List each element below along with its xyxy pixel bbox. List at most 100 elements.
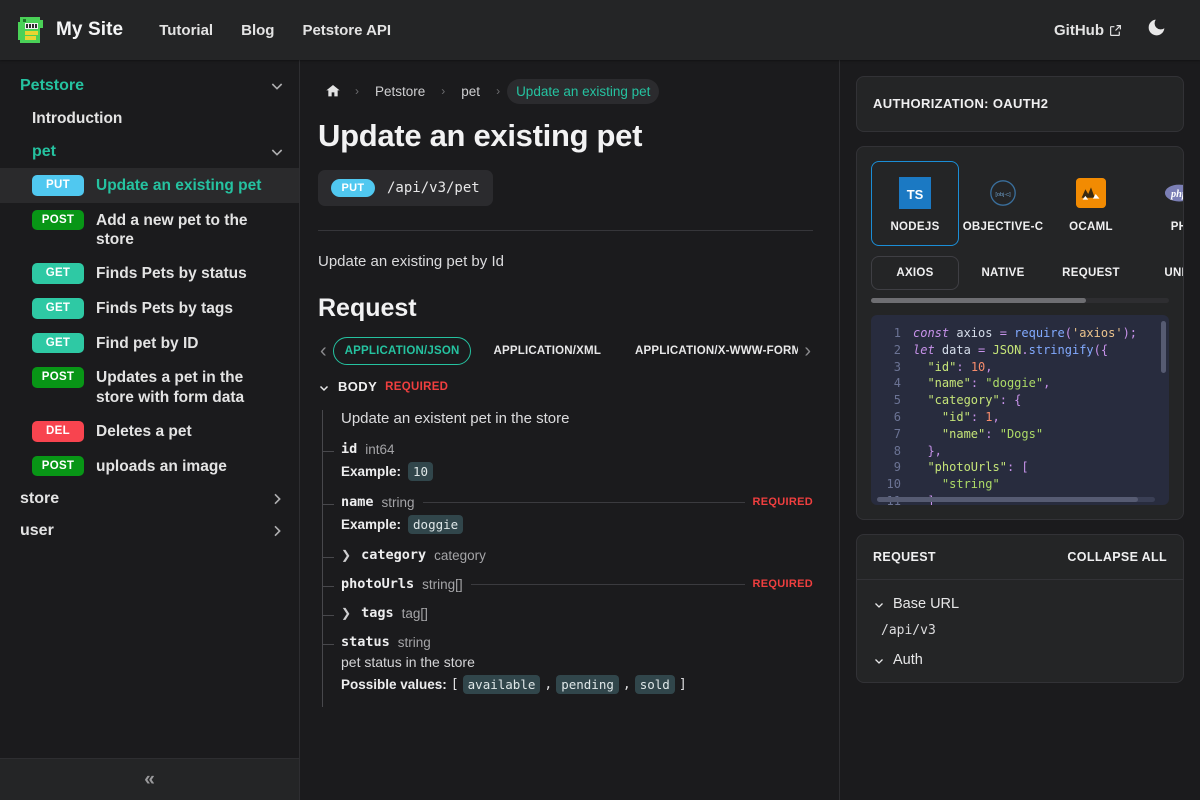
sidebar-item-updates-a-pet-in-the-store-with-form-data[interactable]: POST Updates a pet in the store with for… [0, 360, 299, 414]
request-panel-body: Base URL /api/v3 Auth [857, 580, 1183, 682]
library-unirest[interactable]: UNIR [1135, 256, 1183, 290]
schema-field-category[interactable]: ❯ category category [323, 547, 813, 576]
sidebar-group-pet[interactable]: pet [0, 136, 299, 168]
request-panel-header: REQUEST COLLAPSE ALL [857, 535, 1183, 580]
code-token [913, 410, 942, 424]
language-label: OCAML [1069, 221, 1113, 233]
sidebar-item-finds-pets-by-tags[interactable]: GET Finds Pets by tags [0, 291, 299, 326]
brand-home-link[interactable]: My Site [16, 14, 123, 46]
page-shell: Petstore Introduction pet PUT Update an … [0, 60, 1200, 800]
ocaml-camel-icon [1074, 176, 1108, 210]
code-line-number: 1 [871, 325, 901, 342]
code-token: "name" [942, 427, 985, 441]
library-axios[interactable]: AXIOS [871, 256, 959, 290]
language-nodejs[interactable]: TS NODEJS [871, 161, 959, 246]
comma: , [623, 677, 631, 692]
code-vertical-scrollbar[interactable] [1161, 321, 1166, 373]
nav-link-blog[interactable]: Blog [227, 22, 288, 39]
authorization-card[interactable]: AUTHORIZATION: OAUTH2 [856, 76, 1184, 132]
method-badge-del: DEL [32, 421, 84, 442]
method-badge-put: PUT [331, 179, 375, 197]
mime-tab-list: APPLICATION/JSON APPLICATION/XML APPLICA… [333, 337, 799, 365]
nav-link-petstore-api[interactable]: Petstore API [288, 22, 405, 39]
library-request[interactable]: REQUEST [1047, 256, 1135, 290]
dinosaur-logo [16, 14, 46, 46]
theme-toggle-button[interactable] [1136, 10, 1176, 50]
chevron-right-icon[interactable]: › [802, 341, 813, 361]
code-line-number: 9 [871, 459, 901, 476]
method-badge-post: POST [32, 456, 84, 477]
nav-link-tutorial[interactable]: Tutorial [145, 22, 227, 39]
language-ocaml[interactable]: OCAML [1047, 161, 1135, 246]
request-section-base-url[interactable]: Base URL [873, 596, 1167, 612]
chevron-right-icon[interactable]: ❯ [341, 606, 351, 620]
sidebar-item-introduction[interactable]: Introduction [0, 102, 299, 136]
divider [318, 230, 813, 231]
code-token: , [993, 410, 1000, 424]
body-section-toggle[interactable]: BODY REQUIRED [318, 379, 813, 394]
field-name: id [341, 441, 357, 457]
sidebar-group-store[interactable]: store [0, 483, 299, 515]
collapse-all-button[interactable]: COLLAPSE ALL [1067, 550, 1167, 564]
sidebar-item-uploads-an-image[interactable]: POST uploads an image [0, 449, 299, 484]
code-token: 'axios' [1072, 326, 1123, 340]
endpoint-path: /api/v3/pet [387, 180, 480, 196]
field-type: int64 [365, 442, 394, 457]
method-badge-post: POST [32, 367, 84, 388]
breadcrumb-home[interactable] [318, 78, 348, 104]
code-line-number: 10 [871, 476, 901, 493]
request-section-auth[interactable]: Auth [873, 652, 1167, 668]
sidebar-item-label: Finds Pets by tags [96, 298, 233, 318]
schema-field-name: name string REQUIRED Example: doggie [323, 494, 813, 547]
possible-values-label: Possible values: [341, 677, 447, 692]
request-panel-card: REQUEST COLLAPSE ALL Base URL /api/v3 [856, 534, 1184, 683]
code-token: "id" [942, 410, 971, 424]
tab-application-json[interactable]: APPLICATION/JSON [333, 337, 472, 365]
language-objective-c[interactable]: [obj-c] OBJECTIVE-C [959, 161, 1047, 246]
sidebar-item-find-pet-by-id[interactable]: GET Find pet by ID [0, 326, 299, 361]
chevron-right-icon[interactable]: ❯ [341, 548, 351, 562]
library-horizontal-scrollbar[interactable] [871, 298, 1169, 303]
sidebar-item-finds-pets-by-status[interactable]: GET Finds Pets by status [0, 256, 299, 291]
library-native[interactable]: NATIVE [959, 256, 1047, 290]
schema-field-tags[interactable]: ❯ tags tag[] [323, 605, 813, 634]
sidebar-group-user[interactable]: user [0, 515, 299, 547]
sidebar-item-update-an-existing-pet[interactable]: PUT Update an existing pet [0, 168, 299, 203]
mime-type-tabs: ‹ APPLICATION/JSON APPLICATION/XML APPLI… [318, 337, 813, 365]
code-sample-block[interactable]: 1const axios = require('axios'); 2let da… [871, 315, 1169, 505]
github-link[interactable]: GitHub [1044, 22, 1132, 39]
code-horizontal-scrollbar[interactable] [877, 497, 1155, 502]
code-token: axios [956, 326, 999, 340]
sidebar-scroll-area[interactable]: Petstore Introduction pet PUT Update an … [0, 60, 299, 758]
breadcrumb-separator: › [496, 84, 500, 98]
code-token [913, 427, 942, 441]
method-badge-get: GET [32, 333, 84, 354]
chevron-left-icon[interactable]: ‹ [318, 341, 329, 361]
sidebar-item-label: Deletes a pet [96, 421, 192, 441]
field-required-badge: REQUIRED [753, 496, 813, 508]
sidebar-category-petstore[interactable]: Petstore [0, 70, 299, 102]
code-token: , [1043, 376, 1050, 390]
language-selector: TS NODEJS [obj-c] OBJECTIVE-C [857, 161, 1183, 246]
sidebar-collapse-button[interactable]: « [0, 758, 299, 800]
sidebar-item-deletes-a-pet[interactable]: DEL Deletes a pet [0, 414, 299, 449]
field-type: category [434, 548, 486, 563]
tab-application-xml[interactable]: APPLICATION/XML [481, 337, 613, 365]
breadcrumb-item-petstore[interactable]: Petstore [366, 79, 434, 104]
breadcrumb-item-pet[interactable]: pet [452, 79, 489, 104]
tab-application-x-www-form-urlencoded[interactable]: APPLICATION/X-WWW-FORM-URLENCO [623, 337, 798, 365]
library-selector: AXIOS NATIVE REQUEST UNIR [857, 246, 1183, 290]
body-label: BODY [338, 379, 377, 394]
sidebar-item-add-a-new-pet-to-the-store[interactable]: POST Add a new pet to the store [0, 203, 299, 257]
method-badge-get: GET [32, 298, 84, 319]
breadcrumb-separator: › [355, 84, 359, 98]
method-badge-get: GET [32, 263, 84, 284]
language-php[interactable]: php PH [1135, 161, 1183, 246]
typescript-icon: TS [898, 176, 932, 210]
field-description: pet status in the store [341, 654, 813, 670]
field-type: string[] [422, 577, 463, 592]
sidebar-item-label: Finds Pets by status [96, 263, 247, 283]
field-required-badge: REQUIRED [753, 578, 813, 590]
field-name: status [341, 634, 390, 650]
breadcrumb-item-current[interactable]: Update an existing pet [507, 79, 659, 104]
